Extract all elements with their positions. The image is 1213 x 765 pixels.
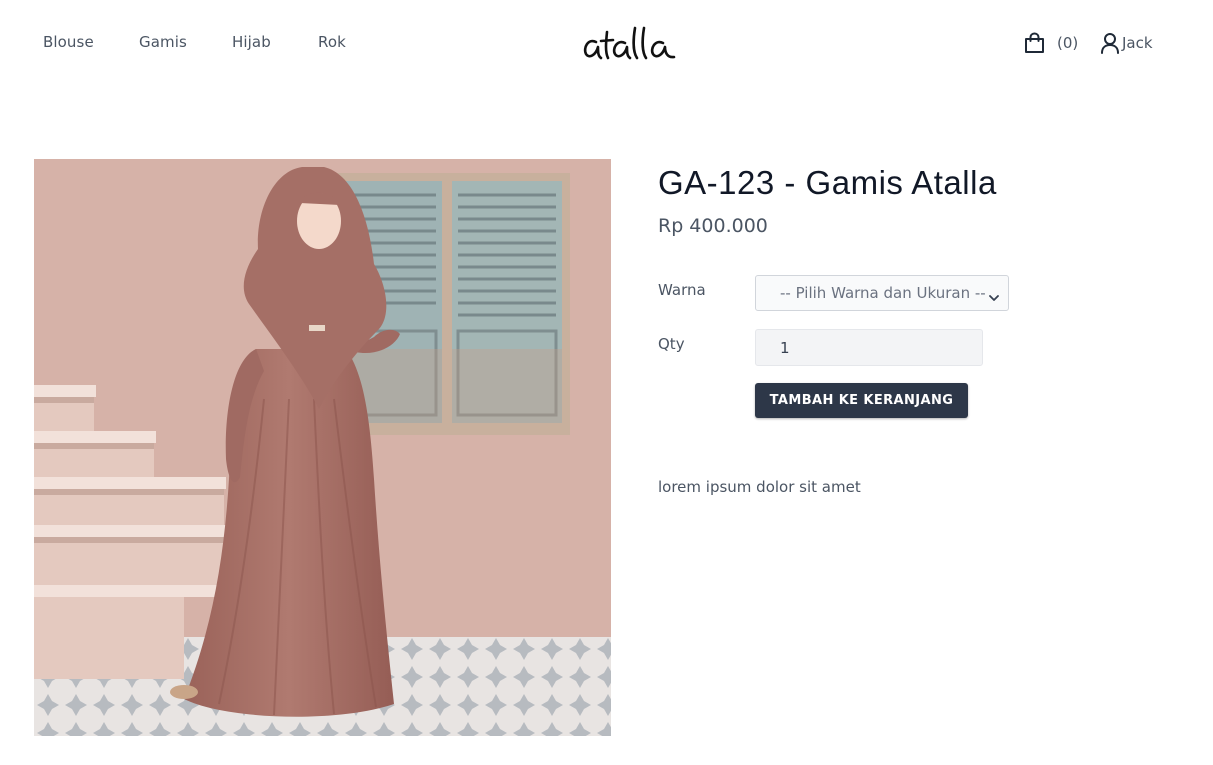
cart-button[interactable]: (0): [1024, 30, 1078, 56]
color-label: Warna: [658, 281, 706, 299]
user-name: Jack: [1122, 34, 1153, 52]
nav-link-hijab[interactable]: Hijab: [232, 33, 271, 51]
qty-label: Qty: [658, 335, 685, 353]
nav-link-blouse[interactable]: Blouse: [43, 33, 94, 51]
product-description: lorem ipsum dolor sit amet: [658, 478, 861, 496]
product-title: GA-123 - Gamis Atalla: [658, 164, 997, 201]
qty-input-value: 1: [780, 338, 790, 357]
product-image: [34, 159, 611, 736]
nav-link-gamis[interactable]: Gamis: [139, 33, 187, 51]
qty-input[interactable]: 1: [755, 329, 983, 366]
shopping-bag-icon: [1024, 32, 1045, 54]
color-size-select-value: -- Pilih Warna dan Ukuran --: [780, 284, 986, 302]
brand-logo[interactable]: [582, 22, 688, 66]
chevron-down-icon: [989, 288, 999, 306]
cart-count: (0): [1057, 34, 1079, 52]
product-price: Rp 400.000: [658, 215, 768, 237]
nav-link-rok[interactable]: Rok: [318, 33, 346, 51]
top-navigation: Blouse Gamis Hijab Rok (0) Jack: [0, 0, 1213, 86]
color-size-select[interactable]: -- Pilih Warna dan Ukuran --: [755, 275, 1009, 311]
add-to-cart-button[interactable]: TAMBAH KE KERANJANG: [755, 383, 968, 418]
user-menu[interactable]: Jack: [1100, 30, 1153, 56]
user-icon: [1100, 32, 1120, 54]
